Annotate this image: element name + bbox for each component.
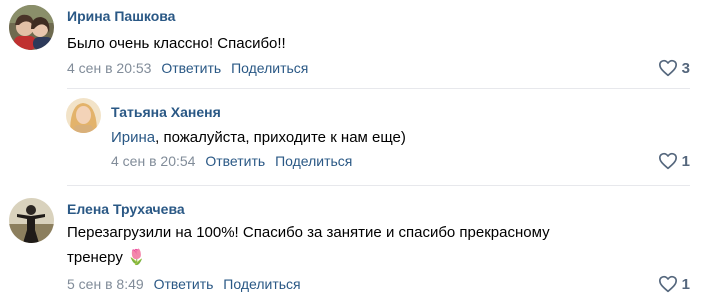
comment-reply: Татьяна Ханеня Ирина, пожалуйста, приход… (0, 90, 702, 185)
comment-meta: 4 сен в 20:53 Ответить Поделиться (67, 60, 314, 76)
comment-text-line: тренеру 🌷 (67, 245, 550, 270)
comment-text-line-2: тренеру (67, 249, 123, 266)
comment-text: Перезагрузили на 100%! Спасибо за заняти… (67, 220, 550, 270)
comment-text: Ирина, пожалуйста, приходите к нам еще) (111, 125, 406, 150)
like-count: 3 (681, 59, 690, 77)
comment-author[interactable]: Елена Трухачева (67, 201, 185, 217)
comment-meta: 5 сен в 8:49 Ответить Поделиться (67, 276, 307, 292)
comment-author[interactable]: Ирина Пашкова (67, 8, 175, 24)
comment-author[interactable]: Татьяна Ханеня (111, 104, 221, 120)
share-button[interactable]: Поделиться (231, 60, 308, 76)
comment-text: Было очень классно! Спасибо!! (67, 35, 286, 52)
share-button[interactable]: Поделиться (275, 153, 352, 169)
comment-date[interactable]: 5 сен в 8:49 (67, 276, 144, 292)
avatar[interactable] (66, 98, 101, 133)
comment-date[interactable]: 4 сен в 20:53 (67, 60, 151, 76)
heart-icon (658, 152, 677, 170)
like-button[interactable]: 1 (658, 152, 690, 170)
reply-button[interactable]: Ответить (205, 153, 265, 169)
divider (67, 185, 690, 186)
avatar[interactable] (9, 198, 54, 243)
share-button[interactable]: Поделиться (223, 276, 300, 292)
comment-date[interactable]: 4 сен в 20:54 (111, 153, 195, 169)
like-button[interactable]: 1 (658, 275, 690, 293)
reply-button[interactable]: Ответить (161, 60, 221, 76)
like-button[interactable]: 3 (658, 59, 690, 77)
like-count: 1 (681, 275, 690, 293)
comment: Елена Трухачева Перезагрузили на 100%! С… (0, 188, 702, 300)
comment-text-rest: , пожалуйста, приходите к нам еще) (155, 129, 406, 146)
avatar[interactable] (9, 5, 54, 50)
reply-button[interactable]: Ответить (154, 276, 214, 292)
heart-icon (658, 59, 677, 77)
divider (67, 88, 690, 89)
comment-meta: 4 сен в 20:54 Ответить Поделиться (111, 153, 358, 169)
tulip-emoji-icon: 🌷 (127, 249, 146, 266)
user-avatar-photo-icon (66, 98, 101, 133)
comments-list: Ирина Пашкова Было очень классно! Спасиб… (0, 0, 702, 300)
reply-mention-link[interactable]: Ирина (111, 129, 155, 146)
heart-icon (658, 275, 677, 293)
like-count: 1 (681, 152, 690, 170)
comment-text-line: Перезагрузили на 100%! Спасибо за заняти… (67, 224, 550, 241)
comment: Ирина Пашкова Было очень классно! Спасиб… (0, 0, 702, 90)
user-avatar-photo-icon (9, 198, 54, 243)
user-avatar-photo-icon (9, 5, 54, 50)
